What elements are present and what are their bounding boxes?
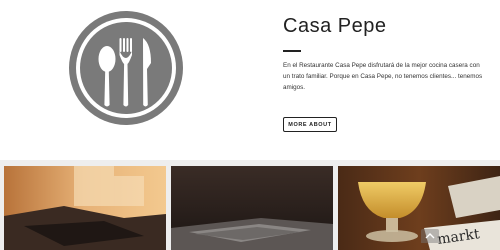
about-section: Casa Pepe En el Restaurante Casa Pepe di…: [0, 0, 500, 160]
chevron-up-icon: [425, 233, 435, 239]
restaurant-logo: [69, 11, 183, 125]
gallery-tile[interactable]: [171, 166, 333, 250]
cutlery-icon: [69, 11, 183, 125]
title-divider: [283, 50, 301, 52]
scroll-to-top-button[interactable]: [421, 229, 439, 243]
laptop-photo: [171, 166, 333, 250]
beer-glass-photo: markt: [338, 166, 500, 250]
restaurant-interior-photo: [4, 166, 166, 250]
gallery-tile[interactable]: markt: [338, 166, 500, 250]
restaurant-description: En el Restaurante Casa Pepe disfrutará d…: [283, 62, 483, 91]
restaurant-title: Casa Pepe: [283, 15, 387, 37]
more-about-button[interactable]: MORE ABOUT: [283, 117, 337, 132]
gallery-tile[interactable]: [4, 166, 166, 250]
